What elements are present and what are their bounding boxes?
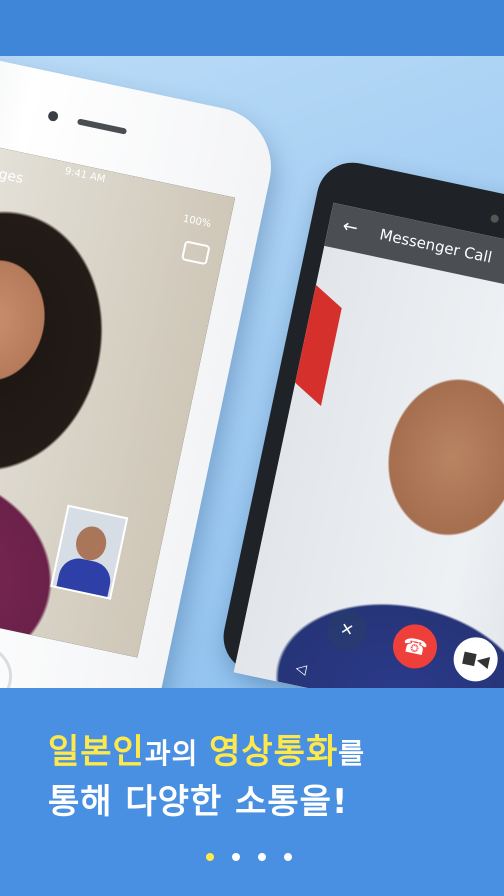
headline-highlight-2: 영상통화 — [209, 732, 339, 772]
arrow-left-icon[interactable]: ← — [341, 215, 360, 239]
video-camera-icon: ■◀ — [460, 646, 492, 671]
page-dot-4[interactable] — [284, 853, 292, 861]
status-time: 9:41 AM — [63, 165, 107, 186]
headline-text-1: 과의 — [144, 737, 210, 770]
promo-headline: 일본인과의 영상통화를 통해 다양한 소통을! — [48, 728, 365, 826]
android-device: ← Messenger Call ✕ ☎ ■◀ ◁ — [216, 156, 504, 688]
hero-area: 9:41 AM 100% ‹ Messages ☎ ■◀ ← Messenger… — [0, 56, 504, 688]
headline-line2: 통해 다양한 소통을! — [48, 782, 349, 822]
iphone-camera — [47, 110, 60, 123]
phone-hangup-icon: ☎ — [400, 632, 430, 661]
home-button[interactable] — [0, 639, 18, 688]
pagination-dots — [206, 846, 310, 865]
android-screen: ← Messenger Call ✕ ☎ ■◀ ◁ — [233, 202, 504, 688]
iphone-screen: 9:41 AM 100% ‹ Messages ☎ ■◀ — [0, 135, 236, 658]
headline-text-2: 를 — [338, 737, 366, 770]
headline-highlight-1: 일본인 — [48, 732, 145, 772]
call-title: Messenger Call — [378, 225, 494, 267]
page-dot-2[interactable] — [232, 853, 240, 861]
video-feed-woman — [0, 135, 236, 658]
page-dot-3[interactable] — [258, 853, 266, 861]
android-camera — [489, 213, 500, 224]
mic-off-icon: ✕ — [338, 618, 356, 641]
iphone-speaker — [76, 118, 128, 135]
page-dot-1[interactable] — [206, 853, 214, 861]
top-band — [0, 0, 504, 56]
video-feed-man — [233, 245, 504, 688]
red-decoration — [269, 261, 342, 406]
headline-line1: 일본인과의 영상통화를 — [48, 728, 365, 778]
